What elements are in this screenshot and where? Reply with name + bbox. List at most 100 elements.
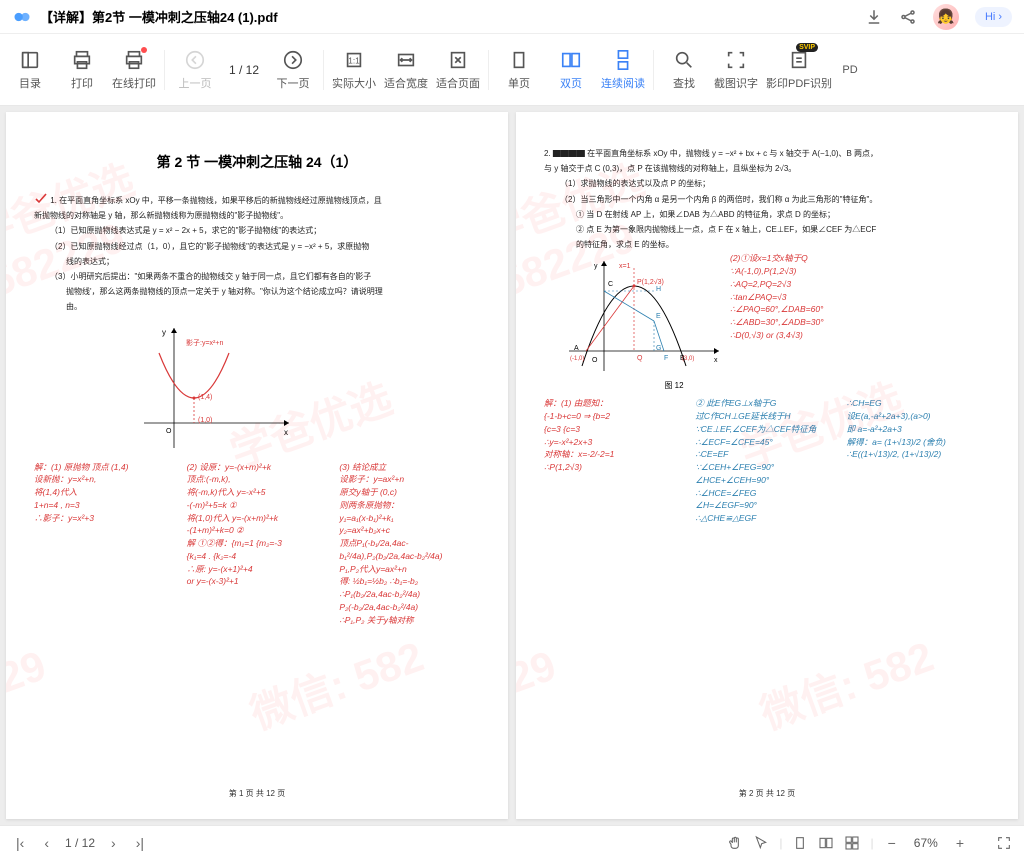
hw2-mid: ② 此E作EG⊥x轴于G过C作CH⊥GE延长线于H∵CE⊥EF,∠CEF为△CE… [695,397,838,525]
separator [164,50,165,90]
select-tool-icon[interactable] [753,835,769,851]
svg-text:(3,0): (3,0) [682,356,694,362]
fit-page-icon [447,49,469,71]
document-title: 【详解】第2节 一模冲刺之压轴24 (1).pdf [40,7,865,26]
avatar[interactable]: 👧 [933,4,959,30]
next-page-icon[interactable]: › [107,833,120,853]
fit-page-button[interactable]: 适合页面 [432,43,484,97]
watermark: 229 [516,641,562,710]
svg-text:G: G [656,345,661,352]
svg-text:O: O [166,428,172,435]
zoom-in-icon[interactable]: + [952,833,968,853]
search-icon [673,49,695,71]
svg-text:A: A [574,345,579,352]
print-icon [71,49,93,71]
ocr-pdf-button[interactable]: SVIP 影印PDF识别 [762,43,836,97]
svg-text:C: C [608,281,613,288]
next-page-button[interactable]: 下一页 [267,43,319,97]
hi-button[interactable]: Hi› [975,7,1012,27]
separator [323,50,324,90]
zoom-out-icon[interactable]: − [884,833,900,853]
page-footer-2: 第 2 页 共 12 页 [739,788,795,799]
svg-text:(-1,0): (-1,0) [570,356,584,362]
check-icon [34,192,48,206]
fit-width-button[interactable]: 适合宽度 [380,43,432,97]
titlebar: 【详解】第2节 一模冲刺之压轴24 (1).pdf 👧 Hi› [0,0,1024,34]
continuous-read-button[interactable]: 连续阅读 [597,43,649,97]
online-print-icon [123,49,145,71]
prev-icon [184,49,206,71]
svg-text:H: H [656,286,661,293]
hand-tool-icon[interactable] [727,835,743,851]
ocr-pdf-icon: SVIP [788,49,810,71]
problem-2: 2. ▇▇▇▇ 在平面直角坐标系 xOy 中，抛物线 y = −x² + bx … [544,146,990,252]
actual-size-button[interactable]: 1:1 实际大小 [328,43,380,97]
view-grid-icon[interactable] [844,835,860,851]
page-title: 第 2 节 一模冲刺之压轴 24（1） [34,152,480,172]
separator [488,50,489,90]
prev-page-icon[interactable]: ‹ [40,833,53,853]
svg-text:E: E [656,313,661,320]
single-page-button[interactable]: 单页 [493,43,545,97]
cloud-logo [12,7,32,27]
page-1: 学爸优选582229 学爸优选 229 微信: 582 第 2 节 一模冲刺之压… [6,112,508,819]
toc-button[interactable]: 目录 [4,43,56,97]
svg-text:(1,0): (1,0) [198,417,212,424]
svg-text:x: x [714,357,718,364]
handwriting-2: 解：(1) 由题知：{-1-b+c=0 ⇒ {b=2{c=3 {c=3∴y=-x… [544,397,990,525]
single-page-icon [508,49,530,71]
hw-col-3: (3) 结论成立设影子：y=ax²+n原交y轴于 (0,c)则两条原抛物：y₁=… [339,461,480,627]
statusbar: |‹ ‹ 1 / 12 › ›| | | − 67% + [0,825,1024,859]
sb-right: | | − 67% + [727,833,1012,853]
title-actions: 👧 Hi› [865,4,1012,30]
share-icon[interactable] [899,8,917,26]
actual-size-icon: 1:1 [343,49,365,71]
svg-text:(1,4): (1,4) [198,394,212,401]
hw2-right: ∴CH=EG设E(a,-a²+2a+3),(a>0)即 a=-a²+2a+3解得… [847,397,990,525]
svg-text:影子:y=x²+n: 影子:y=x²+n [186,338,223,347]
toolbar: 目录 打印 在线打印 上一页 1 / 12 下一页 1:1 实际大小 适合宽度 … [0,34,1024,106]
continuous-icon [612,49,634,71]
pd-button[interactable]: PD [836,58,864,82]
double-page-icon [560,49,582,71]
watermark: 微信: 582 [241,623,431,742]
toc-icon [19,49,41,71]
sb-page[interactable]: 1 / 12 [65,836,95,850]
prev-page-button[interactable]: 上一页 [169,43,221,97]
graph-2-label: 图 12 [624,380,724,391]
print-button[interactable]: 打印 [56,43,108,97]
ocr-crop-icon [725,49,747,71]
page-footer-1: 第 1 页 共 12 页 [229,788,285,799]
svg-text:1:1: 1:1 [348,56,360,65]
watermark: 229 [6,641,52,710]
svg-text:F: F [664,355,668,362]
search-button[interactable]: 查找 [658,43,710,97]
content-area: 学爸优选582229 学爸优选 229 微信: 582 第 2 节 一模冲刺之压… [0,106,1024,825]
hw-col-1: 解：(1) 原抛物 顶点 (1,4)设新抛：y=x²+n,将(1,4)代入1+n… [34,461,175,627]
page-indicator[interactable]: 1 / 12 [229,63,259,77]
download-icon[interactable] [865,8,883,26]
svg-text:x=1: x=1 [619,263,631,270]
ocr-crop-button[interactable]: 截图识字 [710,43,762,97]
zoom-pct[interactable]: 67% [914,836,938,850]
view-single-icon[interactable] [792,835,808,851]
svg-text:y: y [594,263,598,270]
svg-text:P(1,2√3): P(1,2√3) [637,278,664,286]
problem-1: 1. 在平面直角坐标系 xOy 中，平移一条抛物线，如果平移后的新抛物线经过原抛… [34,192,480,315]
sb-nav: |‹ ‹ 1 / 12 › ›| [12,833,148,853]
fullscreen-icon[interactable] [996,835,1012,851]
svg-text:y: y [162,328,166,337]
online-print-button[interactable]: 在线打印 [108,43,160,97]
separator [653,50,654,90]
last-page-icon[interactable]: ›| [132,833,148,853]
handwriting-1: 解：(1) 原抛物 顶点 (1,4)设新抛：y=x²+n,将(1,4)代入1+n… [34,461,480,627]
first-page-icon[interactable]: |‹ [12,833,28,853]
hw2-left: 解：(1) 由题知：{-1-b+c=0 ⇒ {b=2{c=3 {c=3∴y=-x… [544,397,687,525]
hw-right-top: (2)①设x=1交x轴于Q∵A(-1,0),P(1,2√3)∴AQ=2,PQ=2… [730,252,990,391]
next-icon [282,49,304,71]
view-double-icon[interactable] [818,835,834,851]
page-2: 学爸优选582229 学爸优选 229 微信: 582 2. ▇▇▇▇ 在平面直… [516,112,1018,819]
svg-text:O: O [592,357,598,364]
double-page-button[interactable]: 双页 [545,43,597,97]
hw-col-2: (2) 设原：y=-(x+m)²+k顶点:(-m,k),将(-m,k)代入 y=… [187,461,328,627]
